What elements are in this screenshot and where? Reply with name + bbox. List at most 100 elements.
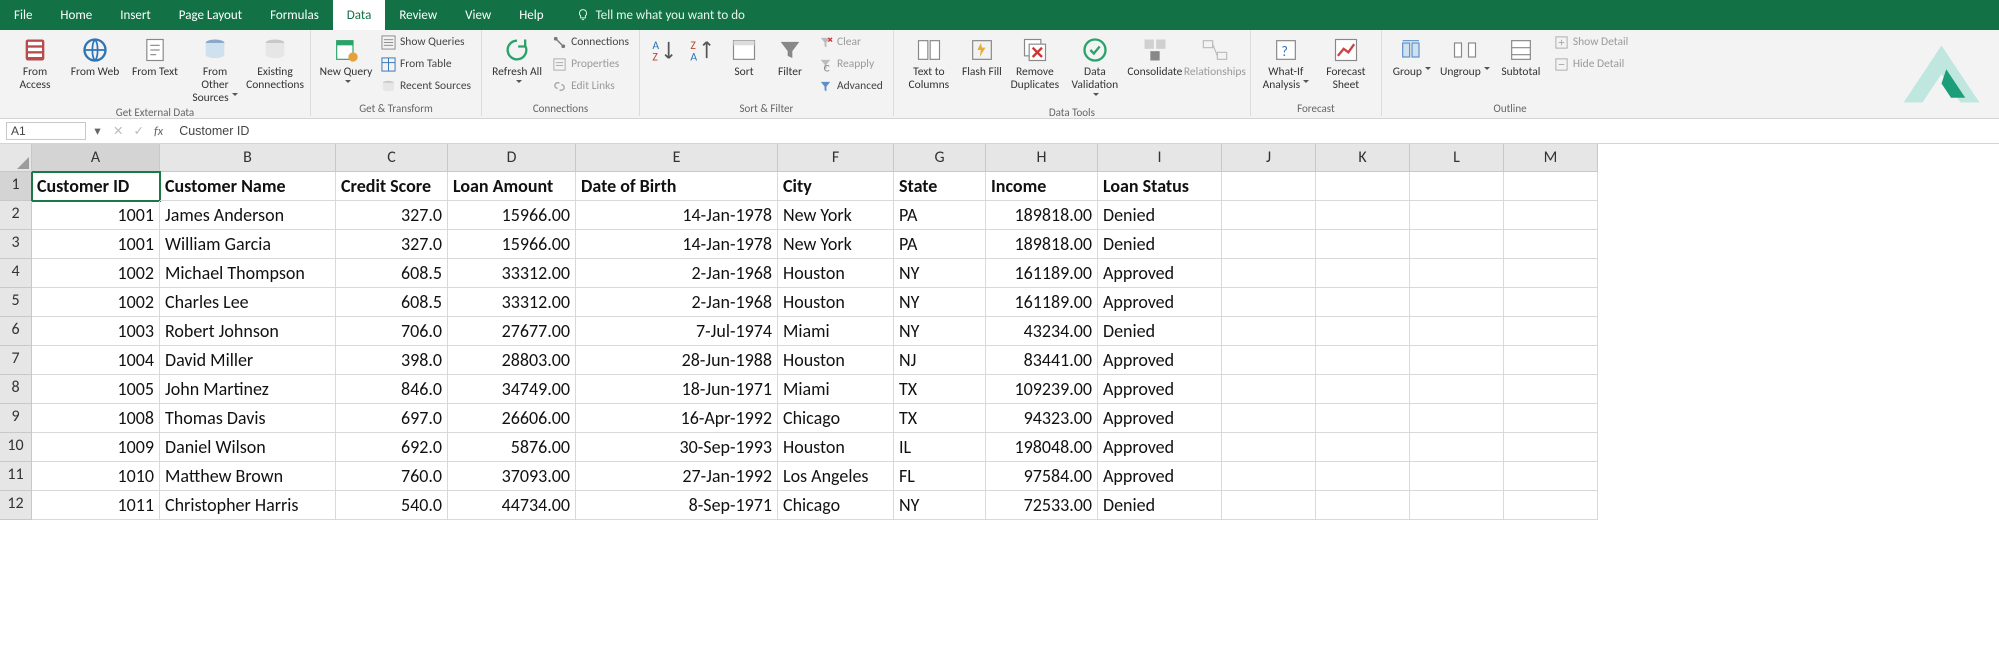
name-box-dropdown[interactable]: ▾	[90, 120, 105, 142]
data-cell[interactable]: 15966.00	[448, 201, 576, 230]
row-header[interactable]: 12	[0, 491, 32, 520]
data-cell[interactable]: 2-Jan-1968	[576, 288, 778, 317]
name-box[interactable]	[6, 122, 86, 140]
menu-tab-view[interactable]: View	[451, 0, 505, 30]
flash-fill-button[interactable]: Flash Fill	[962, 32, 1002, 79]
data-cell[interactable]: 608.5	[336, 259, 448, 288]
row-header[interactable]: 5	[0, 288, 32, 317]
data-cell[interactable]	[1222, 230, 1316, 259]
data-cell[interactable]: 697.0	[336, 404, 448, 433]
show-queries-button[interactable]: Show Queries	[379, 32, 473, 52]
data-cell[interactable]: NJ	[894, 346, 986, 375]
data-cell[interactable]	[1316, 230, 1410, 259]
data-cell[interactable]: 189818.00	[986, 201, 1098, 230]
data-cell[interactable]: 8-Sep-1971	[576, 491, 778, 520]
header-cell[interactable]: Customer Name	[160, 172, 336, 201]
data-cell[interactable]	[1410, 462, 1504, 491]
data-cell[interactable]: 760.0	[336, 462, 448, 491]
column-header[interactable]: G	[894, 144, 986, 172]
data-cell[interactable]: 26606.00	[448, 404, 576, 433]
data-cell[interactable]: Approved	[1098, 288, 1222, 317]
data-cell[interactable]: Robert Johnson	[160, 317, 336, 346]
data-cell[interactable]: Denied	[1098, 491, 1222, 520]
header-cell[interactable]: State	[894, 172, 986, 201]
column-header[interactable]: I	[1098, 144, 1222, 172]
data-cell[interactable]: 94323.00	[986, 404, 1098, 433]
data-cell[interactable]: Denied	[1098, 230, 1222, 259]
menu-tab-insert[interactable]: Insert	[106, 0, 165, 30]
data-cell[interactable]: 18-Jun-1971	[576, 375, 778, 404]
worksheet-grid[interactable]: ABCDEFGHIJKLM1Customer IDCustomer NameCr…	[0, 144, 1999, 520]
row-header[interactable]: 1	[0, 172, 32, 201]
data-cell[interactable]: Miami	[778, 317, 894, 346]
fx-icon[interactable]: fx	[154, 124, 163, 139]
from-text-button[interactable]: From Text	[128, 32, 182, 79]
data-cell[interactable]: NY	[894, 317, 986, 346]
data-cell[interactable]: Approved	[1098, 259, 1222, 288]
data-cell[interactable]: Approved	[1098, 462, 1222, 491]
from-access-button[interactable]: From Access	[8, 32, 62, 92]
data-cell[interactable]: New York	[778, 230, 894, 259]
ungroup-button[interactable]: Ungroup	[1440, 32, 1490, 79]
data-cell[interactable]: PA	[894, 201, 986, 230]
header-cell[interactable]: Customer ID	[32, 172, 160, 201]
data-cell[interactable]: Michael Thompson	[160, 259, 336, 288]
row-header[interactable]: 4	[0, 259, 32, 288]
column-header[interactable]: K	[1316, 144, 1410, 172]
data-cell[interactable]	[1222, 491, 1316, 520]
data-cell[interactable]: 161189.00	[986, 259, 1098, 288]
header-cell[interactable]	[1410, 172, 1504, 201]
connections-button[interactable]: Connections	[550, 32, 631, 52]
column-header[interactable]: A	[32, 144, 160, 172]
row-header[interactable]: 3	[0, 230, 32, 259]
reapply-button[interactable]: Reapply	[816, 54, 885, 74]
advanced-button[interactable]: Advanced	[816, 76, 885, 96]
data-cell[interactable]: NY	[894, 491, 986, 520]
data-cell[interactable]: Houston	[778, 433, 894, 462]
data-cell[interactable]: 1002	[32, 259, 160, 288]
data-cell[interactable]	[1222, 201, 1316, 230]
data-cell[interactable]	[1410, 259, 1504, 288]
data-cell[interactable]: 72533.00	[986, 491, 1098, 520]
menu-tab-page-layout[interactable]: Page Layout	[165, 0, 256, 30]
data-cell[interactable]: IL	[894, 433, 986, 462]
data-cell[interactable]: Chicago	[778, 404, 894, 433]
data-cell[interactable]	[1316, 433, 1410, 462]
data-cell[interactable]: 83441.00	[986, 346, 1098, 375]
tell-me-search[interactable]: Tell me what you want to do	[558, 0, 745, 30]
data-cell[interactable]: 1005	[32, 375, 160, 404]
data-cell[interactable]: David Miller	[160, 346, 336, 375]
data-cell[interactable]	[1316, 201, 1410, 230]
column-header[interactable]: F	[778, 144, 894, 172]
data-cell[interactable]: 1010	[32, 462, 160, 491]
data-cell[interactable]	[1504, 288, 1598, 317]
menu-tab-formulas[interactable]: Formulas	[256, 0, 333, 30]
from-table-button[interactable]: From Table	[379, 54, 473, 74]
data-cell[interactable]	[1504, 230, 1598, 259]
data-cell[interactable]: Charles Lee	[160, 288, 336, 317]
data-cell[interactable]: 1002	[32, 288, 160, 317]
data-cell[interactable]: Denied	[1098, 201, 1222, 230]
data-cell[interactable]	[1316, 259, 1410, 288]
data-cell[interactable]: 33312.00	[448, 288, 576, 317]
data-cell[interactable]: Matthew Brown	[160, 462, 336, 491]
data-cell[interactable]: 189818.00	[986, 230, 1098, 259]
column-header[interactable]: C	[336, 144, 448, 172]
data-cell[interactable]	[1222, 404, 1316, 433]
edit-links-button[interactable]: Edit Links	[550, 76, 631, 96]
data-cell[interactable]: PA	[894, 230, 986, 259]
data-cell[interactable]: 109239.00	[986, 375, 1098, 404]
data-cell[interactable]	[1504, 346, 1598, 375]
data-cell[interactable]	[1504, 201, 1598, 230]
menu-tab-help[interactable]: Help	[505, 0, 557, 30]
data-cell[interactable]: 540.0	[336, 491, 448, 520]
header-cell[interactable]: Credit Score	[336, 172, 448, 201]
data-cell[interactable]	[1316, 317, 1410, 346]
data-cell[interactable]: 398.0	[336, 346, 448, 375]
data-cell[interactable]: 7-Jul-1974	[576, 317, 778, 346]
data-cell[interactable]: 15966.00	[448, 230, 576, 259]
data-cell[interactable]: Los Angeles	[778, 462, 894, 491]
data-cell[interactable]: 608.5	[336, 288, 448, 317]
data-cell[interactable]: 33312.00	[448, 259, 576, 288]
forecast-sheet-button[interactable]: Forecast Sheet	[1319, 32, 1373, 92]
